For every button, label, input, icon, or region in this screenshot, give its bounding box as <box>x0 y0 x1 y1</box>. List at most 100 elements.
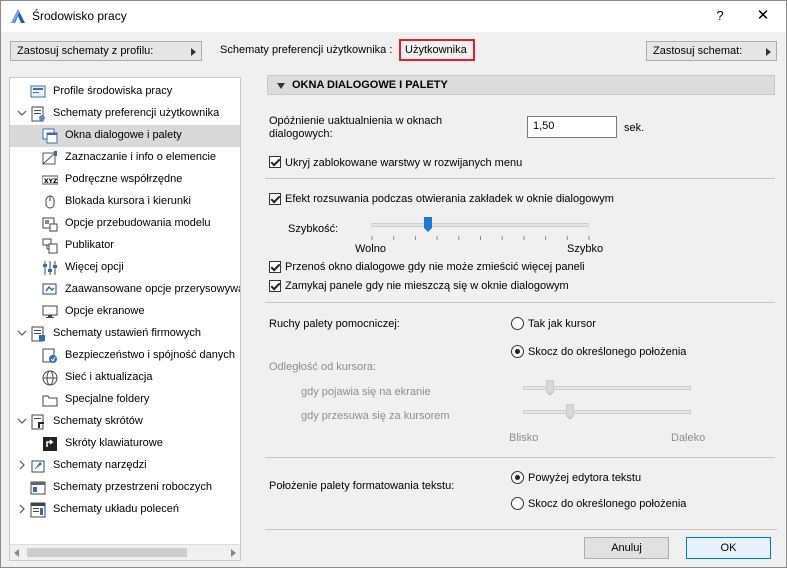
window-title: Środowisko pracy <box>32 9 127 23</box>
separator <box>265 178 775 179</box>
chevron-down-icon[interactable] <box>17 416 27 426</box>
move-dialog-label: Przenoś okno dialogowe gdy nie może zmie… <box>285 261 585 273</box>
tree-item[interactable]: Publikator <box>10 235 240 257</box>
speed-fast-label: Szybko <box>567 243 604 255</box>
tree-item-label: Opcje ekranowe <box>65 305 145 317</box>
cancel-button[interactable]: Anuluj <box>584 537 669 559</box>
tree-item-label: Schematy przestrzeni roboczych <box>53 481 212 493</box>
title-bar: Środowisko pracy ? ✕ <box>1 1 786 32</box>
workspace-icon <box>30 480 46 496</box>
tree-item[interactable]: Schematy ustawień firmowych <box>10 323 240 345</box>
archicad-logo-icon <box>11 9 25 23</box>
palette-moves-label: Ruchy palety pomocniczej: <box>269 318 400 330</box>
close-button[interactable]: ✕ <box>749 6 777 26</box>
tree-item-label: Podręczne współrzędne <box>65 173 183 185</box>
tree-item-label: Sieć i aktualizacja <box>65 371 153 383</box>
tree-item[interactable]: Schematy preferencji użytkownika <box>10 103 240 125</box>
tree-item-label: Specjalne foldery <box>65 393 150 405</box>
text-above-label: Powyżej edytora tekstu <box>528 472 642 484</box>
profile-icon <box>30 84 46 100</box>
tree-item[interactable]: Opcje przebudowania modelu <box>10 213 240 235</box>
delay-label-line1: Opóźnienie uaktualnienia w oknach <box>269 115 443 127</box>
tree-item-label: Profile środowiska pracy <box>53 85 173 97</box>
separator <box>265 457 775 458</box>
tree-item[interactable]: Schematy narzędzi <box>10 455 240 477</box>
tree-item[interactable]: Opcje ekranowe <box>10 301 240 323</box>
tree-item[interactable]: Bezpieczeństwo i spójność danych <box>10 345 240 367</box>
tree-item[interactable]: Schematy przestrzeni roboczych <box>10 477 240 499</box>
security-icon <box>42 348 58 364</box>
near-label: Blisko <box>509 432 539 444</box>
tree-item-label: Opcje przebudowania modelu <box>65 217 211 229</box>
chevron-right-icon <box>766 48 771 56</box>
scroll-right-icon[interactable] <box>231 549 236 557</box>
settings-panel: OKNA DIALOGOWE I PALETY Opóźnienie uaktu… <box>258 73 778 528</box>
settings-tree[interactable]: Schematy układu poleceń Schematy przestrz… <box>9 77 241 561</box>
text-jump-radio[interactable] <box>511 497 524 510</box>
move-slider-thumb[interactable] <box>566 404 575 420</box>
chevron-right-icon[interactable] <box>17 504 27 514</box>
hide-locked-checkbox[interactable] <box>269 156 281 168</box>
speed-label: Szybkość: <box>288 223 339 235</box>
scrollbar-thumb[interactable] <box>27 548 187 557</box>
xyz-icon: XYZ <box>41 172 59 188</box>
tree-item[interactable]: Okna dialogowe i palety <box>10 125 240 147</box>
tree-item-label: Zaznaczanie i info o elemencie <box>65 151 217 163</box>
tree-item[interactable]: Sieć i aktualizacja <box>10 367 240 389</box>
tree-item-label: Blokada kursora i kierunki <box>65 195 191 207</box>
delay-input-value: 1,50 <box>533 120 555 132</box>
shortcuts-icon <box>30 414 46 430</box>
collapse-triangle-icon <box>277 83 285 89</box>
speed-ticks <box>371 236 590 240</box>
delay-unit: sek. <box>624 122 645 134</box>
help-button[interactable]: ? <box>713 8 727 23</box>
tree-item[interactable]: XYZ Podręczne współrzędne <box>10 169 240 191</box>
tree-item-label: Schematy preferencji użytkownika <box>53 107 220 119</box>
appear-slider-thumb[interactable] <box>545 380 554 396</box>
palette-follow-radio[interactable] <box>511 317 524 330</box>
tree-item[interactable]: Specjalne foldery <box>10 389 240 411</box>
hide-locked-label: Ukryj zablokowane warstwy w rozwijanych … <box>285 157 523 169</box>
apply-scheme-button[interactable]: Zastosuj schemat: <box>646 41 777 61</box>
tree-item[interactable]: Schematy układu poleceń <box>10 499 240 521</box>
text-above-radio[interactable] <box>511 471 524 484</box>
speed-slow-label: Wolno <box>355 243 386 255</box>
section-header[interactable]: OKNA DIALOGOWE I PALETY <box>267 75 775 95</box>
mouse-icon <box>42 194 58 210</box>
ok-button[interactable]: OK <box>686 537 771 559</box>
move-slider-track[interactable] <box>523 410 691 414</box>
scroll-effect-checkbox[interactable] <box>269 193 281 205</box>
speed-slider-track[interactable] <box>371 223 589 227</box>
speed-slider-thumb[interactable] <box>423 217 432 233</box>
scroll-effect-label: Efekt rozsuwania podczas otwierania zakł… <box>285 193 614 205</box>
horizontal-scrollbar[interactable] <box>10 544 240 560</box>
svg-text:XYZ: XYZ <box>44 178 58 185</box>
on-appear-label: gdy pojawia się na ekranie <box>301 386 431 398</box>
tree-item[interactable]: Skróty klawiaturowe <box>10 433 240 455</box>
tree-item[interactable]: Blokada kursora i kierunki <box>10 191 240 213</box>
apply-scheme-label: Zastosuj schemat: <box>653 45 743 57</box>
delay-input[interactable]: 1,50 <box>527 116 617 138</box>
chevron-right-icon[interactable] <box>17 460 27 470</box>
scroll-left-icon[interactable] <box>14 549 19 557</box>
on-move-label: gdy przesuwa się za kursorem <box>301 410 450 422</box>
chevron-down-icon[interactable] <box>17 328 27 338</box>
tree-item-label: Schematy skrótów <box>53 415 143 427</box>
separator <box>265 302 775 303</box>
tree-item[interactable]: Zaznaczanie i info o elemencie <box>10 147 240 169</box>
tree-item[interactable]: Zaawansowane opcje przerysowywania <box>10 279 240 301</box>
apply-profile-button[interactable]: Zastosuj schematy z profilu: <box>10 41 202 61</box>
tree-item-label: Schematy ustawień firmowych <box>53 327 201 339</box>
tree-item[interactable]: Schematy skrótów <box>10 411 240 433</box>
tools-icon <box>30 458 46 474</box>
chevron-down-icon[interactable] <box>17 108 27 118</box>
tree-item[interactable]: Więcej opcji <box>10 257 240 279</box>
palette-jump-radio[interactable] <box>511 345 524 358</box>
prefs-scheme-value-text: Użytkownika <box>405 44 467 56</box>
close-panels-label: Zamykaj panele gdy nie mieszczą się w ok… <box>285 280 569 292</box>
move-dialog-checkbox[interactable] <box>269 261 281 273</box>
tree-item[interactable]: Profile środowiska pracy <box>10 81 240 103</box>
rebuild-icon <box>42 216 58 232</box>
distance-label: Odległość od kursora: <box>269 361 376 373</box>
close-panels-checkbox[interactable] <box>269 280 281 292</box>
